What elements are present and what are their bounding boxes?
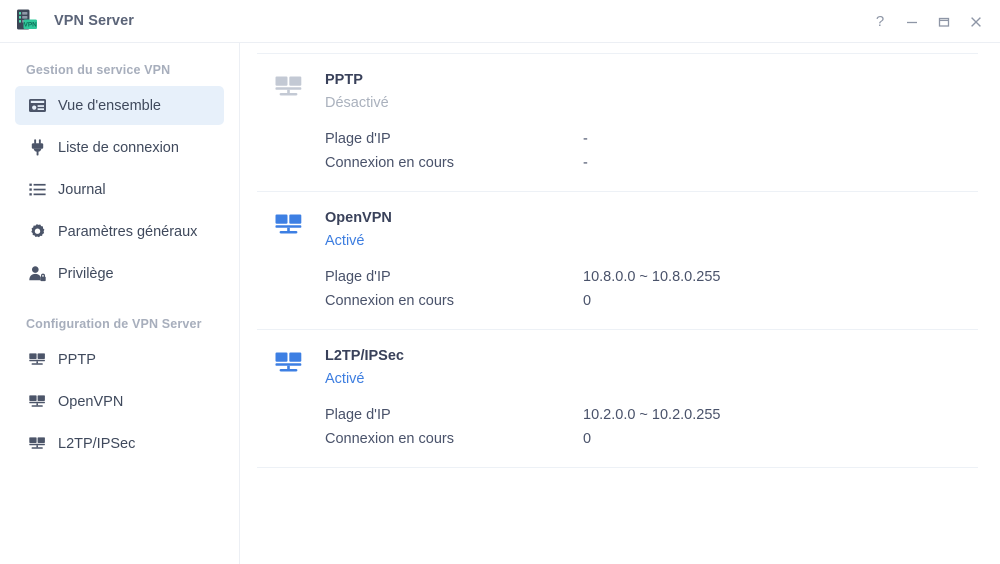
service-header: PPTP Désactivé [257,71,978,113]
overview-card-icon [27,96,47,116]
title-bar: VPN VPN Server ? [0,0,1000,43]
detail-value: 0 [583,289,591,313]
detail-value: 10.2.0.0 ~ 10.2.0.255 [583,403,720,427]
service-status-badge: Désactivé [325,94,389,113]
user-lock-icon [27,264,47,284]
sidebar-item-label: Journal [58,182,106,198]
service-header: L2TP/IPSec Activé [257,347,978,389]
gear-icon [27,222,47,242]
sidebar-item-label: OpenVPN [58,394,123,410]
service-overview-list: PPTP Désactivé Plage d'IP - Connexion en… [257,53,978,468]
list-icon [27,180,47,200]
sidebar-item-label: Privilège [58,266,114,282]
maximize-icon [937,15,951,29]
detail-label: Connexion en cours [325,289,583,313]
sidebar-item-connection-list[interactable]: Liste de connexion [15,128,224,167]
sidebar-item-pptp[interactable]: PPTP [15,340,224,379]
sidebar-item-overview[interactable]: Vue d'ensemble [15,86,224,125]
monitors-icon [27,350,47,370]
vpn-server-window: VPN VPN Server ? [0,0,1000,564]
help-icon: ? [876,13,884,30]
minimize-icon [905,15,919,29]
sidebar-item-general-settings[interactable]: Paramètres généraux [15,212,224,251]
service-card-l2tp-ipsec: L2TP/IPSec Activé Plage d'IP 10.2.0.0 ~ … [257,329,978,468]
window-controls: ? [864,0,992,43]
monitors-icon [27,392,47,412]
sidebar-item-privilege[interactable]: Privilège [15,254,224,293]
service-status-badge: Activé [325,232,392,251]
service-titles: PPTP Désactivé [325,71,389,113]
detail-value: - [583,127,588,151]
sidebar-item-label: Liste de connexion [58,140,179,156]
help-button[interactable]: ? [864,7,896,37]
sidebar-item-label: Paramètres généraux [58,224,197,240]
service-card-pptp: PPTP Désactivé Plage d'IP - Connexion en… [257,53,978,191]
close-icon [969,15,983,29]
service-name: L2TP/IPSec [325,347,404,366]
sidebar: Gestion du service VPN Vue d'ensemble [0,43,240,564]
service-details: Plage d'IP 10.2.0.0 ~ 10.2.0.255 Connexi… [257,403,978,451]
detail-label: Connexion en cours [325,427,583,451]
detail-label: Plage d'IP [325,127,583,151]
detail-label: Connexion en cours [325,151,583,175]
sidebar-item-l2tp-ipsec[interactable]: L2TP/IPSec [15,424,224,463]
window-body: Gestion du service VPN Vue d'ensemble [0,43,1000,564]
detail-row-ip-range: Plage d'IP - [325,127,978,151]
sidebar-item-label: PPTP [58,352,96,368]
service-header: OpenVPN Activé [257,209,978,251]
vpn-server-icon: VPN [15,8,41,34]
main-content: PPTP Désactivé Plage d'IP - Connexion en… [240,43,1000,564]
detail-row-connections: Connexion en cours - [325,151,978,175]
maximize-button[interactable] [928,7,960,37]
service-name: OpenVPN [325,209,392,228]
sidebar-item-openvpn[interactable]: OpenVPN [15,382,224,421]
spacer [0,293,239,307]
sidebar-item-label: Vue d'ensemble [58,98,161,114]
detail-value: - [583,151,588,175]
monitors-icon [274,72,304,102]
service-titles: OpenVPN Activé [325,209,392,251]
sidebar-section-title-configuration: Configuration de VPN Server [0,307,239,340]
service-details: Plage d'IP 10.8.0.0 ~ 10.8.0.255 Connexi… [257,265,978,313]
monitors-icon [274,210,304,240]
sidebar-item-journal[interactable]: Journal [15,170,224,209]
sidebar-item-label: L2TP/IPSec [58,436,135,452]
service-status-badge: Activé [325,370,404,389]
svg-text:VPN: VPN [24,22,38,29]
minimize-button[interactable] [896,7,928,37]
detail-row-ip-range: Plage d'IP 10.8.0.0 ~ 10.8.0.255 [325,265,978,289]
service-titles: L2TP/IPSec Activé [325,347,404,389]
monitors-icon [274,348,304,378]
detail-row-connections: Connexion en cours 0 [325,427,978,451]
detail-row-ip-range: Plage d'IP 10.2.0.0 ~ 10.2.0.255 [325,403,978,427]
service-card-openvpn: OpenVPN Activé Plage d'IP 10.8.0.0 ~ 10.… [257,191,978,329]
detail-value: 0 [583,427,591,451]
detail-row-connections: Connexion en cours 0 [325,289,978,313]
detail-label: Plage d'IP [325,265,583,289]
detail-label: Plage d'IP [325,403,583,427]
plug-icon [27,138,47,158]
detail-value: 10.8.0.0 ~ 10.8.0.255 [583,265,720,289]
sidebar-section-title-management: Gestion du service VPN [0,53,239,86]
close-button[interactable] [960,7,992,37]
window-title: VPN Server [54,13,134,29]
monitors-icon [27,434,47,454]
service-details: Plage d'IP - Connexion en cours - [257,127,978,175]
service-name: PPTP [325,71,389,90]
